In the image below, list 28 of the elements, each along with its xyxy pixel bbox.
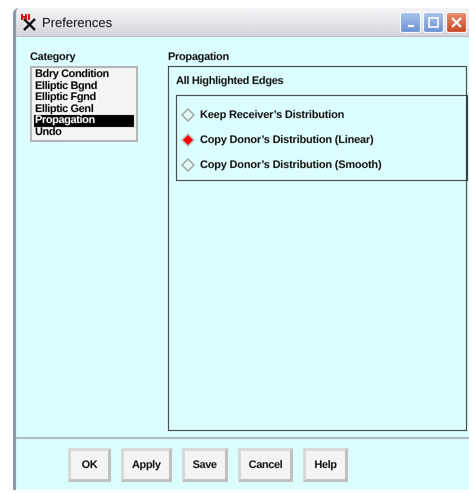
option-label[interactable]: Keep Receiver’s Distribution <box>200 108 344 120</box>
category-item[interactable]: Propagation <box>34 115 134 126</box>
maximize-icon <box>428 16 439 28</box>
window-title: Preferences <box>42 14 112 30</box>
category-item[interactable]: Elliptic Bgnd <box>34 80 134 92</box>
dialog-button[interactable]: OK <box>68 448 111 482</box>
maximize-button[interactable] <box>423 12 444 32</box>
app-icon <box>20 13 38 31</box>
category-item[interactable]: Undo <box>34 126 134 138</box>
category-item[interactable]: Elliptic Genl <box>34 104 134 115</box>
group-title: All Highlighted Edges <box>176 75 284 87</box>
category-item[interactable]: Bdry Condition <box>34 69 134 80</box>
dialog-button[interactable]: Apply <box>121 448 172 482</box>
option-label[interactable]: Copy Donor’s Distribution (Smooth) <box>200 158 382 170</box>
option-label[interactable]: Copy Donor’s Distribution (Linear) <box>200 134 374 146</box>
panel-heading: Propagation <box>168 51 230 63</box>
close-icon <box>451 16 462 28</box>
category-item[interactable]: Elliptic Fgnd <box>34 92 134 104</box>
dialog-button[interactable]: Help <box>303 448 348 482</box>
dialog-button[interactable]: Save <box>182 448 228 482</box>
radio-button[interactable] <box>181 158 195 172</box>
radio-button[interactable] <box>181 108 195 122</box>
dialog-button[interactable]: Cancel <box>238 448 294 482</box>
category-heading: Category <box>30 51 76 63</box>
close-button[interactable] <box>446 12 467 32</box>
minimize-button[interactable] <box>400 12 421 32</box>
minimize-icon <box>408 25 414 27</box>
radio-button[interactable] <box>181 132 195 146</box>
